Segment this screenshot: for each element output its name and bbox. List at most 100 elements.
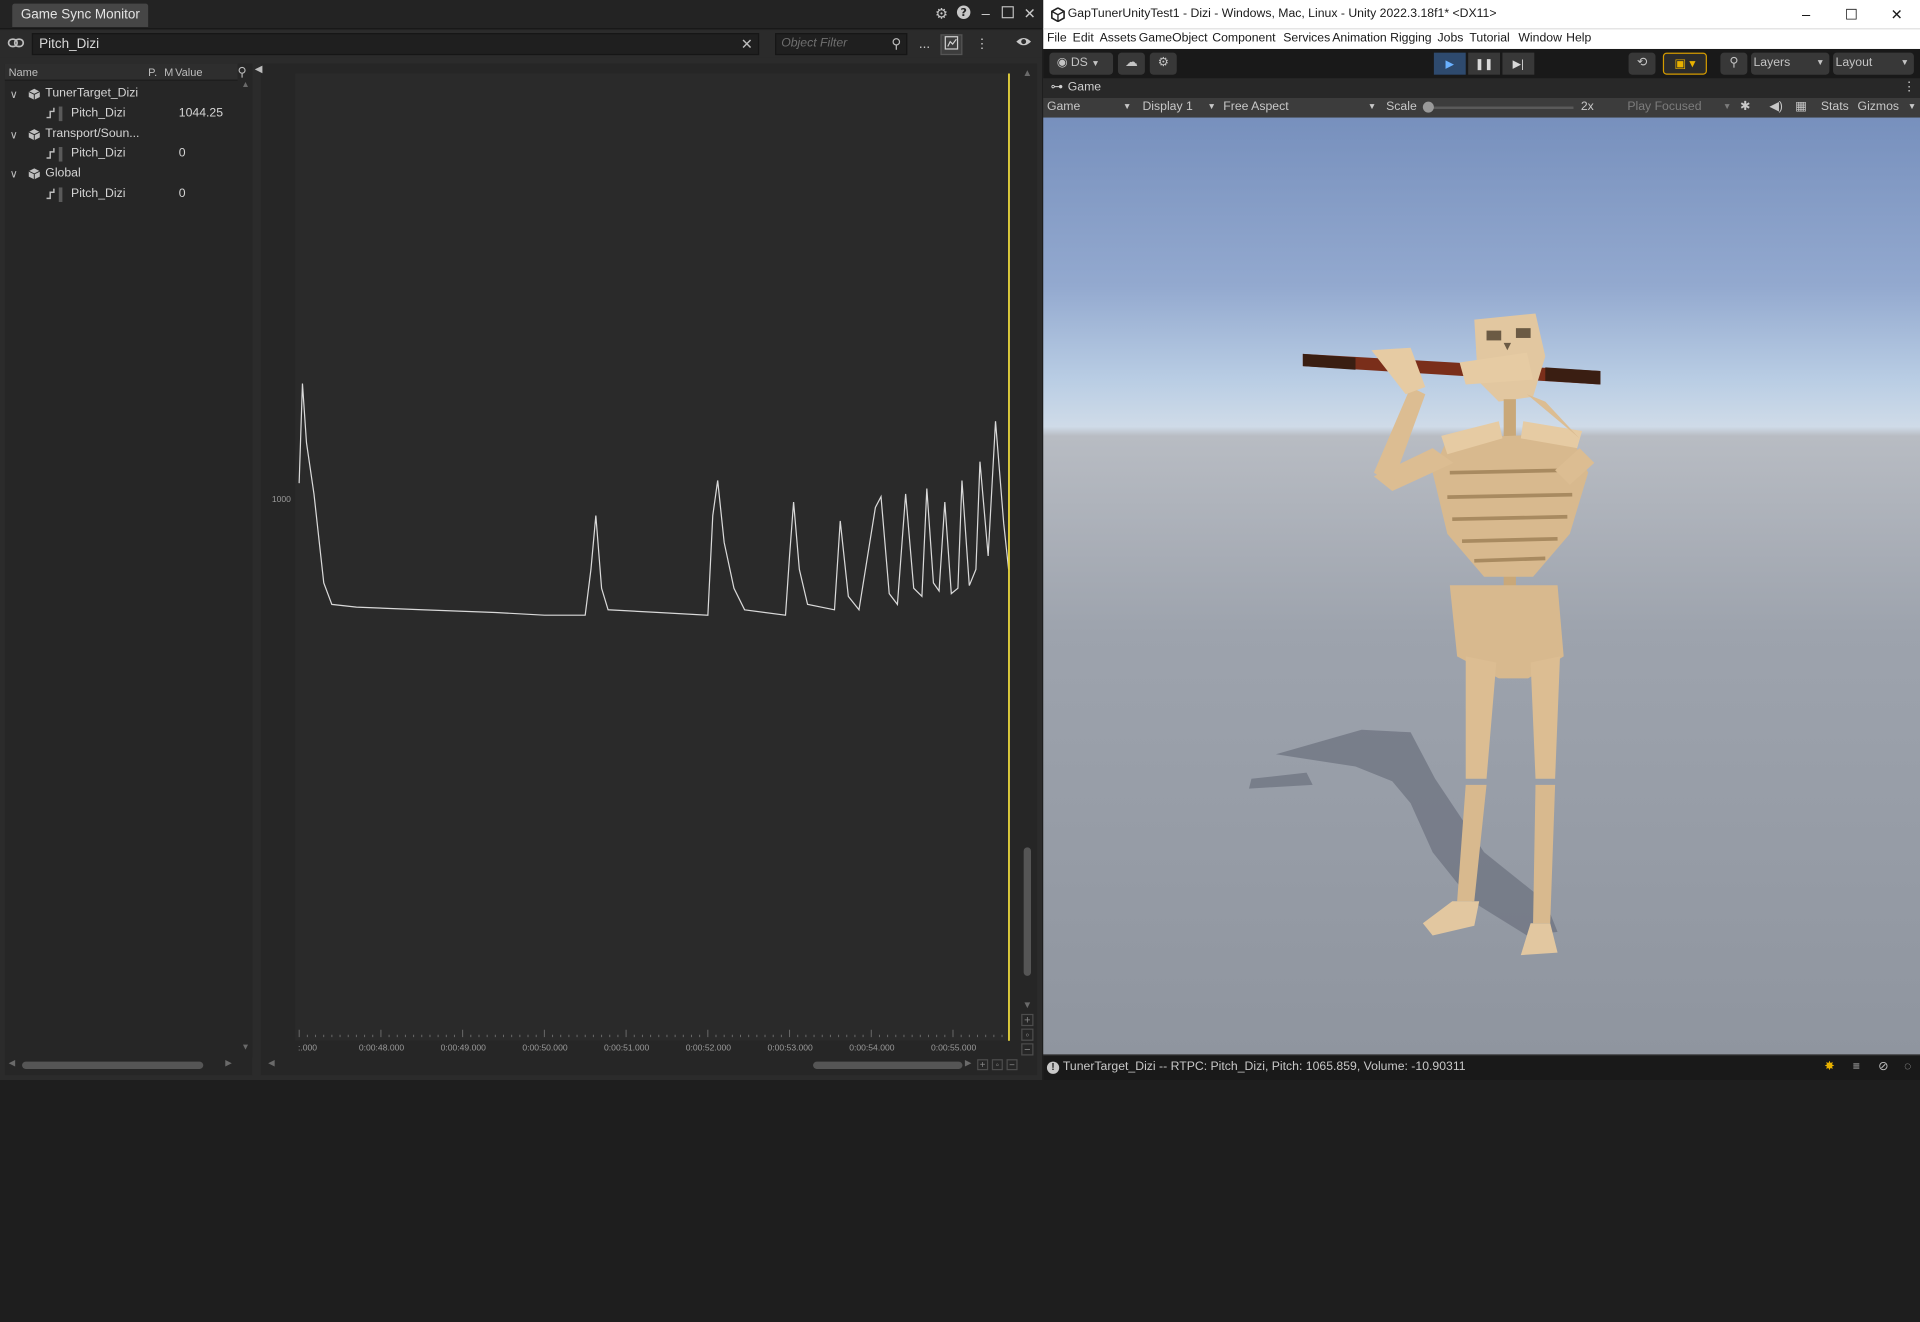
menu-assets[interactable]: Assets: [1100, 29, 1137, 49]
minimize-icon[interactable]: –: [977, 5, 994, 22]
pause-icon[interactable]: ❚❚: [1468, 52, 1501, 75]
collapse-arrow-icon[interactable]: ◀: [255, 64, 263, 75]
display-dropdown[interactable]: Display 1 ▼: [1142, 98, 1218, 118]
help-icon[interactable]: ?: [955, 5, 972, 22]
search-icon[interactable]: ⚲: [891, 34, 901, 54]
femur-right: [1465, 656, 1497, 779]
scroll-down-icon[interactable]: ▼: [1022, 999, 1032, 1010]
menu-gameobject[interactable]: GameObject: [1139, 29, 1208, 49]
tree-row-game-object[interactable]: ∨ TunerTarget_Dizi: [5, 84, 238, 104]
chevron-down-icon[interactable]: ▼: [1908, 98, 1916, 118]
scroll-right-icon[interactable]: ▶: [965, 1058, 972, 1068]
menu-services[interactable]: Services: [1283, 29, 1330, 49]
maximize-icon[interactable]: [999, 5, 1016, 22]
column-value[interactable]: Value: [175, 64, 202, 81]
graph-vertical-scrollbar[interactable]: ▲ ▼ + ◦ −: [1019, 64, 1036, 1058]
play-focused-dropdown[interactable]: Play Focused ▼: [1627, 98, 1732, 118]
tree-row-rtpc[interactable]: Pitch_Dizi 1044.25: [5, 104, 238, 124]
zoom-in-h-icon[interactable]: +: [977, 1059, 989, 1071]
menu-window[interactable]: Window: [1518, 29, 1562, 49]
expand-arrow-icon[interactable]: ∨: [10, 84, 18, 104]
graph-view-toggle-icon[interactable]: [940, 34, 963, 56]
scroll-left-icon[interactable]: ◀: [268, 1058, 275, 1068]
layout-dropdown[interactable]: Layout ▼: [1833, 52, 1914, 75]
zoom-in-icon[interactable]: +: [1021, 1013, 1034, 1027]
menu-tutorial[interactable]: Tutorial: [1469, 29, 1509, 49]
rtpc-value: 0: [178, 146, 186, 161]
bug-report-icon[interactable]: ✸: [1822, 1060, 1837, 1075]
collab-icon[interactable]: ⚙: [1149, 52, 1177, 75]
graph-plot-area[interactable]: [295, 73, 1011, 1041]
options-menu-icon[interactable]: ⋮: [971, 34, 993, 55]
progress-icon[interactable]: ≡: [1849, 1060, 1864, 1075]
menu-jobs[interactable]: Jobs: [1438, 29, 1464, 49]
tree-row-game-object[interactable]: ∨ Global: [5, 164, 238, 184]
tree-row-game-object[interactable]: ∨ Transport/Soun...: [5, 125, 238, 145]
scroll-up-icon[interactable]: ▲: [240, 81, 251, 90]
menu-help[interactable]: Help: [1566, 29, 1591, 49]
search-input[interactable]: Pitch_Dizi ✕: [31, 33, 760, 56]
tree-hscroll-thumb[interactable]: [22, 1061, 204, 1069]
more-button[interactable]: ...: [913, 34, 935, 55]
history-icon[interactable]: ⟲: [1628, 52, 1656, 75]
graph-hscroll-thumb[interactable]: [813, 1061, 963, 1069]
auto-generate-icon[interactable]: ⊘: [1876, 1060, 1891, 1075]
column-m[interactable]: M: [164, 64, 173, 81]
gear-icon[interactable]: ⚙: [933, 5, 950, 22]
grid-icon[interactable]: ▦: [1795, 98, 1807, 118]
menu-component[interactable]: Component: [1212, 29, 1275, 49]
layers-dropdown[interactable]: Layers ▼: [1751, 52, 1830, 75]
clear-search-icon[interactable]: ✕: [741, 34, 753, 54]
expand-arrow-icon[interactable]: ∨: [10, 164, 18, 184]
menu-file[interactable]: File: [1047, 29, 1067, 49]
close-icon[interactable]: ✕: [1021, 5, 1038, 22]
audio-icon[interactable]: ◀): [1769, 98, 1783, 118]
graph-vscroll-thumb[interactable]: [1023, 847, 1032, 976]
scale-slider-track[interactable]: [1426, 106, 1574, 109]
tree-row-label: Transport/Soun...: [45, 127, 140, 141]
column-name[interactable]: Name: [9, 64, 38, 81]
account-dropdown[interactable]: ◉ DS ▼: [1049, 52, 1114, 75]
object-filter-input[interactable]: Object Filter ⚲: [775, 33, 908, 56]
zoom-out-h-icon[interactable]: −: [1006, 1059, 1018, 1071]
step-icon[interactable]: ▶|: [1502, 52, 1535, 75]
aspect-dropdown[interactable]: Free Aspect ▼: [1223, 98, 1380, 118]
eye-icon[interactable]: [1013, 34, 1035, 55]
tree-horizontal-scrollbar[interactable]: ◀ ▶: [5, 1058, 238, 1073]
menu-edit[interactable]: Edit: [1073, 29, 1094, 49]
close-icon[interactable]: ✕: [1876, 0, 1918, 29]
minimize-icon[interactable]: –: [1785, 0, 1827, 29]
tree-row-rtpc[interactable]: Pitch_Dizi 0: [5, 144, 238, 164]
tree-vertical-scrollbar[interactable]: ▲ ▼: [238, 63, 253, 1058]
scroll-down-icon[interactable]: ▼: [240, 1043, 251, 1052]
tab-game-sync-monitor[interactable]: Game Sync Monitor: [12, 3, 149, 27]
search-icon[interactable]: ⚲: [1720, 52, 1748, 75]
link-icon[interactable]: [6, 36, 26, 53]
stats-toggle[interactable]: Stats: [1821, 98, 1849, 118]
scroll-up-icon[interactable]: ▲: [1022, 67, 1032, 78]
scroll-right-icon[interactable]: ▶: [225, 1058, 232, 1068]
scroll-left-icon[interactable]: ◀: [9, 1058, 16, 1068]
graph-horizontal-scrollbar[interactable]: ◀ ▶ + ◦ −: [261, 1058, 1019, 1073]
bug-icon[interactable]: ✱: [1740, 98, 1750, 118]
console-message[interactable]: TunerTarget_Dizi -- RTPC: Pitch_Dizi, Pi…: [1063, 1056, 1466, 1080]
package-manager-icon[interactable]: ▣ ▾: [1662, 52, 1707, 75]
tab-menu-icon[interactable]: ⋮: [1903, 78, 1915, 98]
expand-arrow-icon[interactable]: ∨: [10, 125, 18, 145]
scale-slider-knob[interactable]: [1422, 101, 1434, 113]
play-icon[interactable]: ▶: [1433, 52, 1466, 75]
column-p[interactable]: P.: [148, 64, 157, 81]
game-viewport[interactable]: [1043, 117, 1920, 1055]
tree-row-rtpc[interactable]: Pitch_Dizi 0: [5, 185, 238, 205]
zoom-fit-h-icon[interactable]: ◦: [991, 1059, 1003, 1071]
zoom-fit-icon[interactable]: ◦: [1021, 1028, 1034, 1041]
maximize-icon[interactable]: ☐: [1831, 0, 1873, 29]
gizmos-toggle[interactable]: Gizmos: [1858, 98, 1900, 118]
zoom-out-icon[interactable]: −: [1021, 1043, 1034, 1056]
zoom-icon[interactable]: ⚲: [238, 66, 247, 79]
notification-icon[interactable]: ◌: [1900, 1060, 1915, 1075]
menu-animation-rigging[interactable]: Animation Rigging: [1332, 29, 1431, 49]
game-view-dropdown[interactable]: Game ▼: [1047, 98, 1133, 118]
cloud-icon[interactable]: ☁: [1117, 52, 1145, 75]
tab-game[interactable]: Game: [1068, 78, 1101, 98]
